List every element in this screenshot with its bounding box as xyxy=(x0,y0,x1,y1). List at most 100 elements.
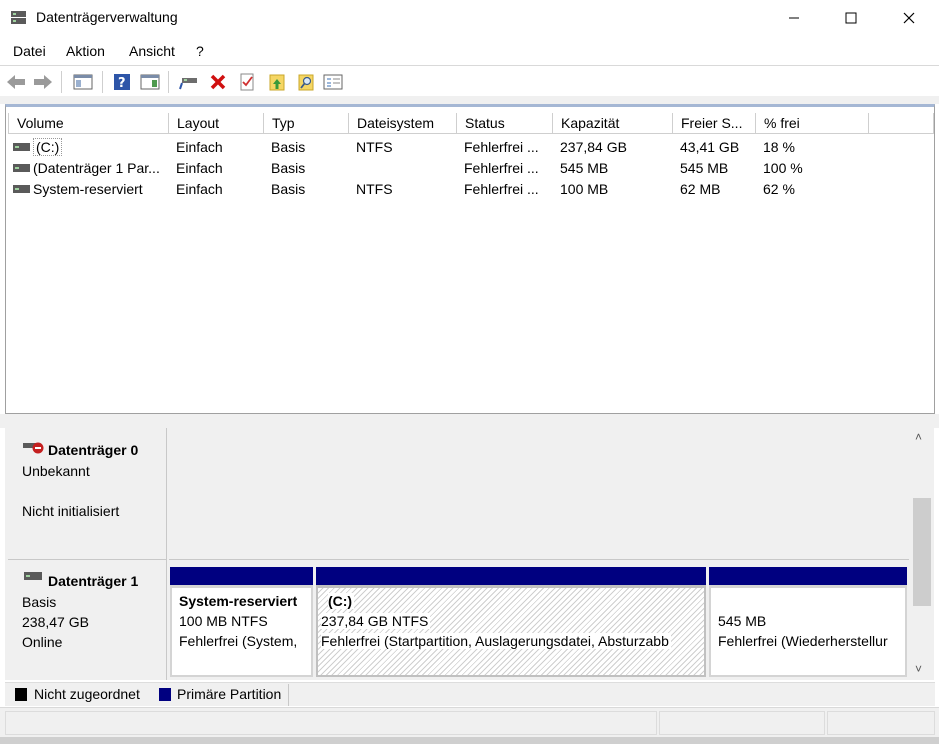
volume-percent-free: 62 % xyxy=(763,181,795,197)
delete-icon xyxy=(210,74,226,90)
show-pane-icon xyxy=(73,74,93,90)
folder-up-icon xyxy=(269,74,285,91)
uninitialized-disk-icon xyxy=(23,442,44,454)
back-icon xyxy=(7,75,25,89)
partition-size: 545 MB xyxy=(718,613,767,629)
close-button[interactable] xyxy=(880,0,938,36)
svg-text:?: ? xyxy=(118,76,126,91)
show-pane-button[interactable] xyxy=(72,71,94,93)
volume-status: Fehlerfrei ... xyxy=(464,139,539,155)
table-row[interactable]: (C:) Einfach Basis NTFS Fehlerfrei ... 2… xyxy=(6,137,934,158)
properties-button[interactable] xyxy=(322,71,344,93)
volume-name: (Datenträger 1 Par... xyxy=(33,160,160,176)
check-button[interactable] xyxy=(236,71,258,93)
partition-system-reserved[interactable]: System-reserviert 100 MB NTFS Fehlerfrei… xyxy=(170,567,313,679)
menu-help[interactable]: ? xyxy=(196,43,204,59)
menu-datei[interactable]: Datei xyxy=(13,43,46,59)
forward-icon xyxy=(34,75,52,89)
volume-name: (C:) xyxy=(33,138,63,156)
primary-partition-bar xyxy=(170,567,313,585)
search-folder-button[interactable] xyxy=(295,71,317,93)
partition-status: Fehlerfrei (Wiederherstellur xyxy=(718,633,888,649)
connect-button[interactable] xyxy=(178,71,200,93)
maximize-icon xyxy=(845,12,857,24)
column-header-empty xyxy=(868,113,934,134)
vertical-scrollbar[interactable]: ˄ ˅ xyxy=(910,428,934,680)
scroll-up-icon[interactable]: ˄ xyxy=(915,430,922,444)
menu-ansicht[interactable]: Ansicht xyxy=(129,43,175,59)
legend-unallocated: Nicht zugeordnet xyxy=(34,686,140,702)
column-header-typ[interactable]: Typ xyxy=(263,113,349,134)
volume-layout: Einfach xyxy=(176,139,223,155)
partition-recovery[interactable]: 545 MB Fehlerfrei (Wiederherstellur xyxy=(709,567,907,679)
help-button[interactable]: ? xyxy=(111,71,133,93)
volume-typ: Basis xyxy=(271,160,306,176)
folder-up-button[interactable] xyxy=(266,71,288,93)
disk-1-area: System-reserviert 100 MB NTFS Fehlerfrei… xyxy=(169,560,909,680)
legend: Nicht zugeordnet Primäre Partition xyxy=(5,682,935,706)
minimize-button[interactable] xyxy=(765,0,823,36)
volume-free-space: 62 MB xyxy=(680,181,721,197)
column-header-prozent-frei[interactable]: % frei xyxy=(755,113,869,134)
disk-0-area[interactable] xyxy=(169,428,909,560)
menu-aktion[interactable]: Aktion xyxy=(66,43,105,59)
drive-icon xyxy=(13,185,30,193)
primary-partition-bar xyxy=(316,567,706,585)
column-header-dateisystem[interactable]: Dateisystem xyxy=(348,113,457,134)
volume-filesystem: NTFS xyxy=(356,181,393,197)
disk-type: Basis xyxy=(22,594,57,610)
volume-percent-free: 18 % xyxy=(763,139,795,155)
disk-size: 238,47 GB xyxy=(22,614,89,630)
column-header-status[interactable]: Status xyxy=(456,113,553,134)
volume-list-header: Volume Layout Typ Dateisystem Status Kap… xyxy=(6,113,934,134)
scroll-down-icon[interactable]: ˅ xyxy=(915,662,922,676)
status-bar xyxy=(0,707,939,737)
console-tree-button[interactable] xyxy=(139,71,161,93)
pane-top-strip xyxy=(0,96,939,104)
volume-capacity: 100 MB xyxy=(560,181,609,197)
volume-capacity: 545 MB xyxy=(560,160,609,176)
volume-typ: Basis xyxy=(271,181,306,197)
volume-capacity: 237,84 GB xyxy=(560,139,627,155)
title-bar: Datenträgerverwaltung xyxy=(0,0,939,36)
maximize-button[interactable] xyxy=(822,0,880,36)
primary-partition-bar xyxy=(709,567,907,585)
drive-icon xyxy=(13,143,30,151)
status-cell xyxy=(5,711,657,735)
minimize-icon xyxy=(789,17,799,19)
scrollbar-thumb[interactable] xyxy=(913,498,931,606)
volume-name: System-reserviert xyxy=(33,181,143,197)
column-header-freier-speicher[interactable]: Freier S... xyxy=(672,113,756,134)
volume-percent-free: 100 % xyxy=(763,160,803,176)
forward-button[interactable] xyxy=(32,71,54,93)
partition-title: System-reserviert xyxy=(179,593,298,609)
table-row[interactable]: System-reserviert Einfach Basis NTFS Feh… xyxy=(6,179,934,200)
disk-0-label[interactable]: Datenträger 0 Unbekannt Nicht initialisi… xyxy=(8,428,167,560)
help-icon: ? xyxy=(114,74,130,91)
volume-filesystem: NTFS xyxy=(356,139,393,155)
column-header-kapazitaet[interactable]: Kapazität xyxy=(552,113,673,134)
check-icon xyxy=(240,73,254,91)
back-button[interactable] xyxy=(5,71,27,93)
partition-body: System-reserviert 100 MB NTFS Fehlerfrei… xyxy=(170,585,313,677)
toolbar-separator xyxy=(168,71,169,93)
disk-name: Datenträger 0 xyxy=(48,442,139,458)
disk-icon xyxy=(24,572,42,580)
partition-size: 237,84 GB NTFS xyxy=(321,613,431,629)
column-header-volume[interactable]: Volume xyxy=(8,113,169,134)
disk-type: Unbekannt xyxy=(22,463,90,479)
column-header-layout[interactable]: Layout xyxy=(168,113,264,134)
pane-splitter[interactable] xyxy=(0,414,939,428)
volume-typ: Basis xyxy=(271,139,306,155)
disk-graphical-view: Datenträger 0 Unbekannt Nicht initialisi… xyxy=(5,428,910,680)
partition-c[interactable]: (C:) 237,84 GB NTFS Fehlerfrei (Startpar… xyxy=(316,567,706,679)
partition-body: (C:) 237,84 GB NTFS Fehlerfrei (Startpar… xyxy=(316,585,706,677)
console-tree-icon xyxy=(140,74,160,90)
partition-size: 100 MB NTFS xyxy=(179,613,268,629)
status-cell xyxy=(827,711,935,735)
toolbar-separator xyxy=(61,71,62,93)
table-row[interactable]: (Datenträger 1 Par... Einfach Basis Fehl… xyxy=(6,158,934,179)
disk-1-label[interactable]: Datenträger 1 Basis 238,47 GB Online xyxy=(8,560,167,680)
close-icon xyxy=(903,12,915,24)
delete-button[interactable] xyxy=(207,71,229,93)
